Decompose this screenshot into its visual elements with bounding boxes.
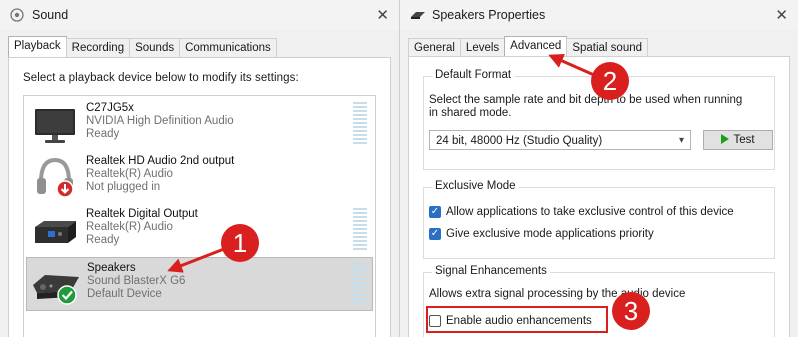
annotation-arrows — [167, 53, 595, 273]
arrow-step1 — [167, 247, 225, 273]
step-1-badge: 1 — [221, 224, 259, 262]
step-3-badge: 3 — [612, 292, 650, 330]
arrow-step2 — [548, 53, 595, 77]
step-2-badge: 2 — [591, 62, 629, 100]
highlight-enhancements-box — [426, 306, 608, 333]
